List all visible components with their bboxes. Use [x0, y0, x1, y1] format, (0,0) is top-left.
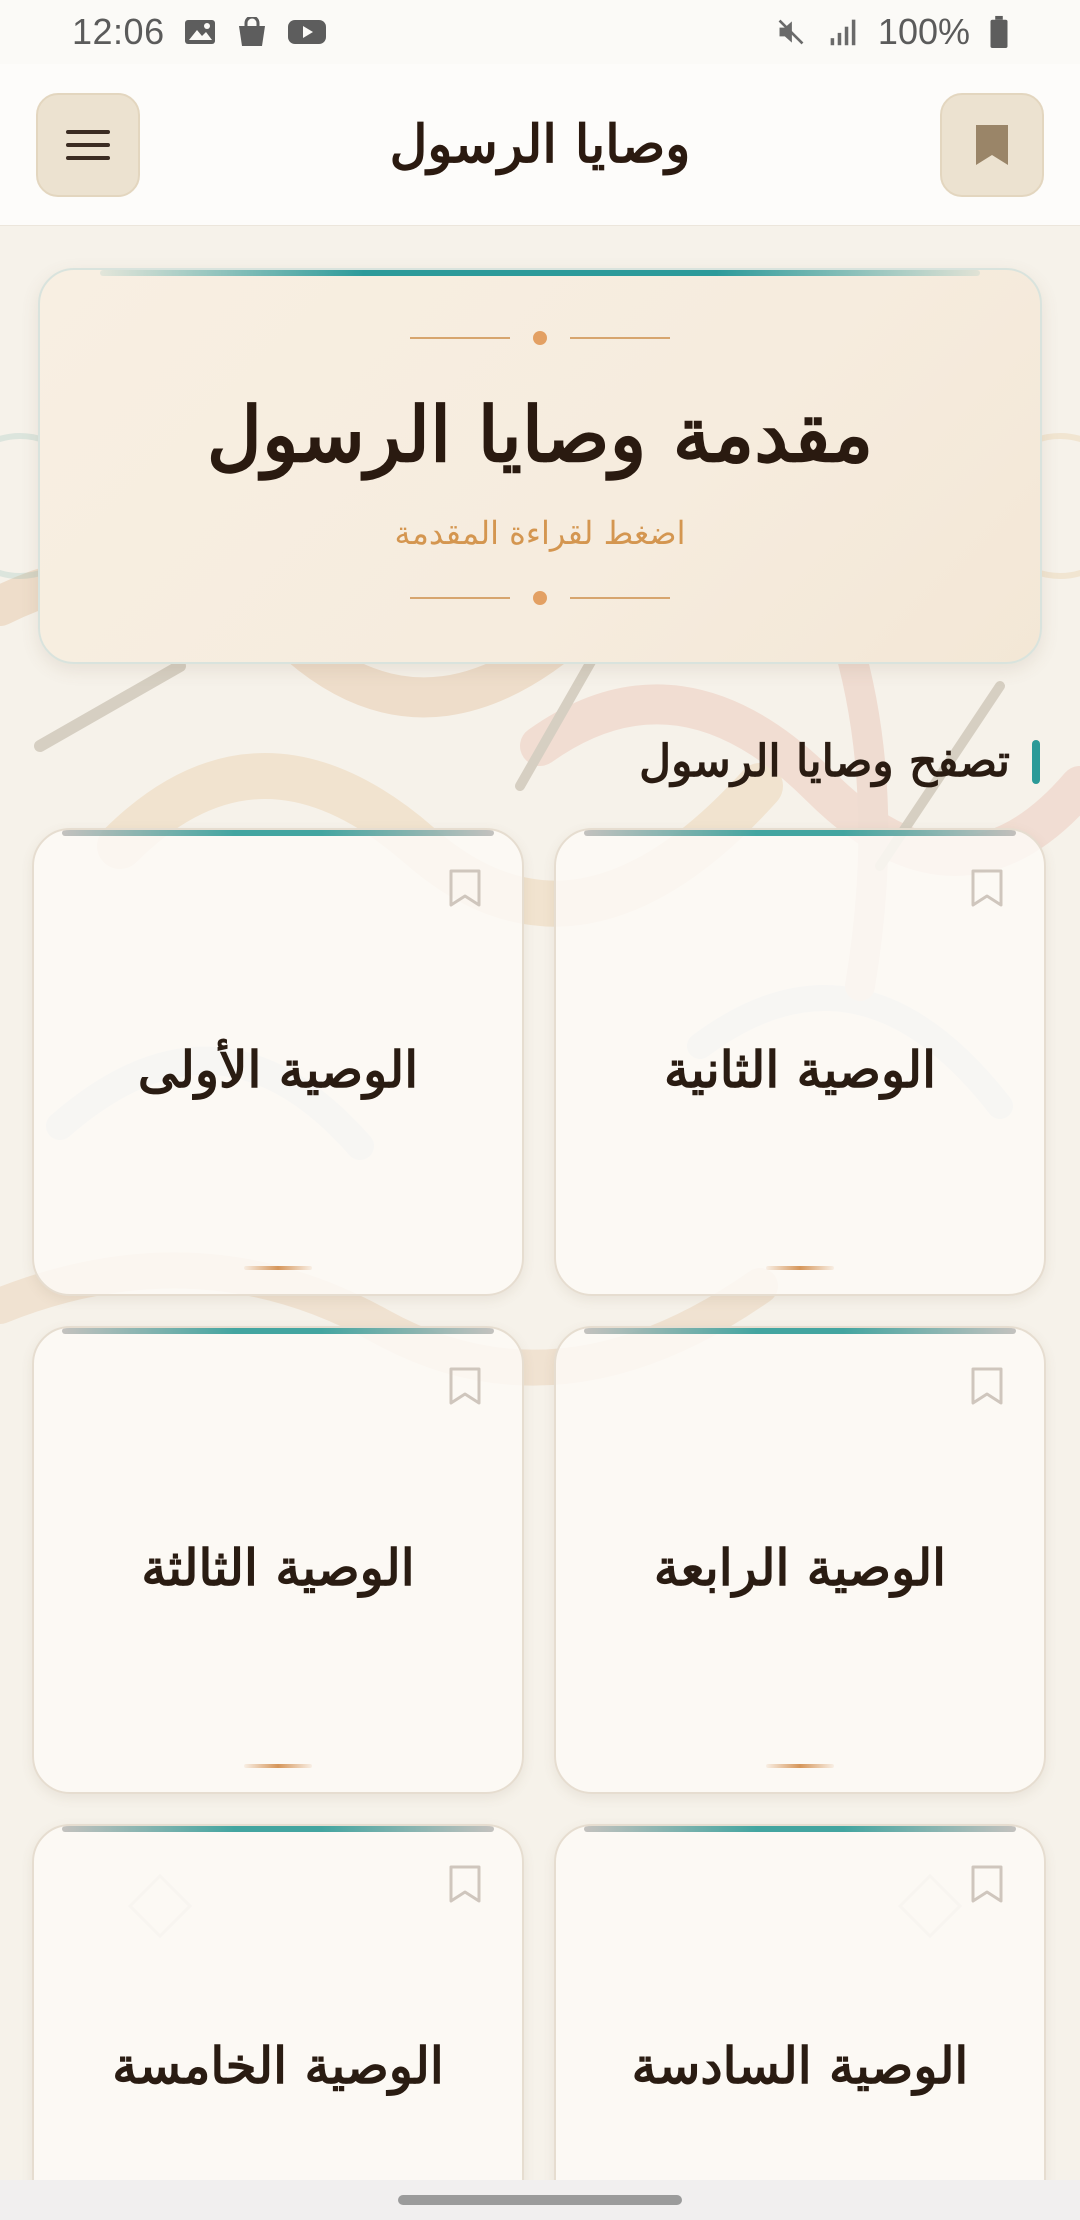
signal-icon — [830, 19, 856, 46]
intro-card[interactable]: مقدمة وصايا الرسول اضغط لقراءة المقدمة — [38, 268, 1042, 664]
section-heading: تصفح وصايا الرسول — [639, 736, 1040, 787]
bookmark-outline-icon[interactable] — [970, 1864, 1004, 1904]
bookmark-outline-icon[interactable] — [448, 1864, 482, 1904]
card-label: الوصية الثانية — [664, 1040, 936, 1099]
card-wasiya-5[interactable]: الوصية الخامسة — [32, 1824, 524, 2220]
card-wasiya-4[interactable]: الوصية الرابعة — [554, 1326, 1046, 1794]
bookmarks-button[interactable] — [939, 92, 1044, 197]
section-accent-bar — [1032, 739, 1040, 784]
menu-button[interactable] — [36, 92, 140, 197]
card-foot-line — [244, 1764, 312, 1768]
card-foot-line — [766, 1266, 834, 1270]
card-wasiya-2[interactable]: الوصية الثانية — [554, 828, 1046, 1296]
bookmark-outline-icon[interactable] — [448, 1366, 482, 1406]
section-title: تصفح وصايا الرسول — [639, 736, 1010, 787]
status-left: 12:06 — [72, 11, 327, 53]
menu-icon — [66, 129, 110, 160]
ornament-bottom — [410, 591, 670, 605]
ornament-top — [410, 331, 670, 345]
bookmark-icon — [975, 124, 1008, 165]
home-gesture-handle[interactable] — [398, 2195, 682, 2205]
card-label: الوصية الثالثة — [141, 1538, 415, 1597]
card-foot-line — [244, 1266, 312, 1270]
status-right: 100% — [774, 11, 1010, 53]
image-icon — [184, 20, 215, 44]
intro-title: مقدمة وصايا الرسول — [206, 390, 874, 479]
card-label: الوصية الرابعة — [653, 1538, 947, 1597]
app-bar: وصايا الرسول — [0, 64, 1080, 226]
battery-icon — [990, 15, 1008, 49]
bookmark-outline-icon[interactable] — [970, 1366, 1004, 1406]
bookmark-outline-icon[interactable] — [448, 868, 482, 908]
card-foot-line — [766, 1764, 834, 1768]
battery-percent: 100% — [877, 11, 970, 52]
status-bar: 12:06 100% — [0, 0, 1080, 64]
card-wasiya-6[interactable]: الوصية السادسة — [554, 1824, 1046, 2220]
page-title: وصايا الرسول — [389, 114, 691, 175]
navigation-bar — [0, 2180, 1080, 2220]
card-label: الوصية الأولى — [137, 1040, 419, 1099]
card-label: الوصية الخامسة — [112, 2036, 444, 2095]
card-label: الوصية السادسة — [631, 2036, 969, 2095]
mute-icon — [778, 19, 804, 45]
card-wasiya-1[interactable]: الوصية الأولى — [32, 828, 524, 1296]
intro-subtitle: اضغط لقراءة المقدمة — [394, 514, 686, 552]
bag-icon — [238, 17, 265, 46]
status-time: 12:06 — [72, 11, 165, 52]
youtube-icon — [287, 20, 326, 44]
bookmark-outline-icon[interactable] — [970, 868, 1004, 908]
card-wasiya-3[interactable]: الوصية الثالثة — [32, 1326, 524, 1794]
